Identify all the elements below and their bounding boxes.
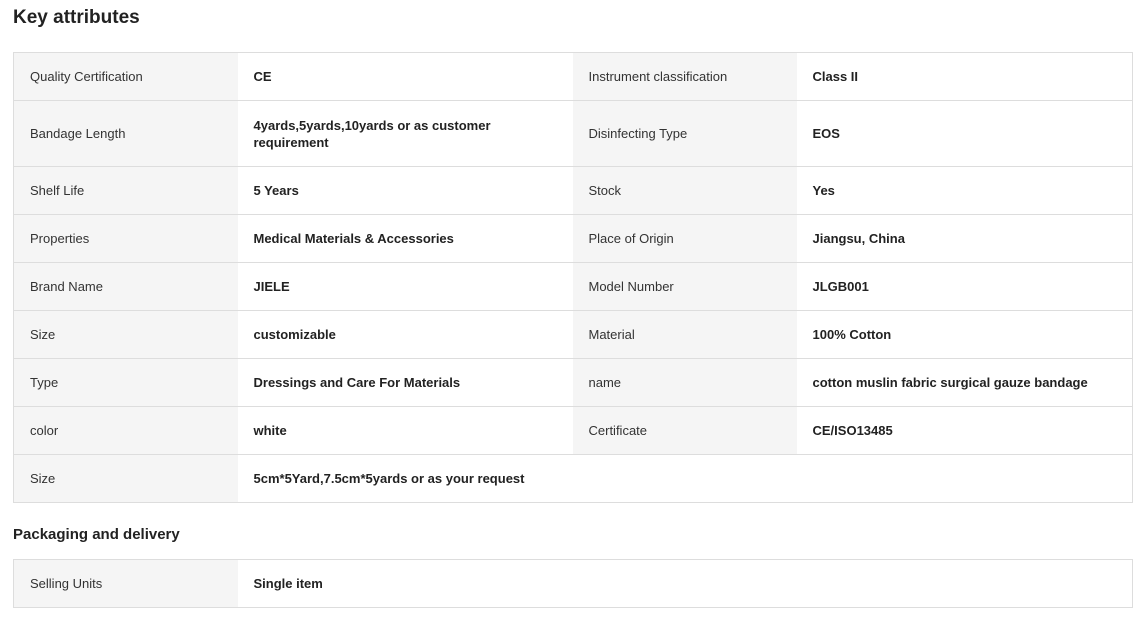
table-row: Bandage Length 4yards,5yards,10yards or … <box>13 100 1133 167</box>
attribute-value: CE <box>237 52 573 101</box>
table-row: color white Certificate CE/ISO13485 <box>13 406 1133 455</box>
attribute-label: Material <box>572 310 797 359</box>
key-attributes-table: Quality Certification CE Instrument clas… <box>13 52 1133 503</box>
attribute-label: Quality Certification <box>13 52 238 101</box>
key-attributes-heading: Key attributes <box>13 7 140 28</box>
attribute-value: 100% Cotton <box>796 310 1133 359</box>
attribute-value: 4yards,5yards,10yards or as customer req… <box>237 100 573 167</box>
attribute-label: Size <box>13 454 238 503</box>
attribute-value: cotton muslin fabric surgical gauze band… <box>796 358 1133 407</box>
attribute-value: JLGB001 <box>796 262 1133 311</box>
attribute-label: Type <box>13 358 238 407</box>
attribute-label: Bandage Length <box>13 100 238 167</box>
table-row: Quality Certification CE Instrument clas… <box>13 52 1133 101</box>
attribute-label: Place of Origin <box>572 214 797 263</box>
attribute-label: Disinfecting Type <box>572 100 797 167</box>
attribute-value: Class II <box>796 52 1133 101</box>
attribute-value: EOS <box>796 100 1133 167</box>
table-row: Properties Medical Materials & Accessori… <box>13 214 1133 263</box>
attribute-value: customizable <box>237 310 573 359</box>
attribute-label: Model Number <box>572 262 797 311</box>
attribute-label: Instrument classification <box>572 52 797 101</box>
attribute-label: name <box>572 358 797 407</box>
product-attributes-panel: Key attributes Quality Certification CE … <box>0 0 1143 623</box>
table-row: Selling Units Single item <box>13 559 1133 608</box>
attribute-label: Brand Name <box>13 262 238 311</box>
table-row: Brand Name JIELE Model Number JLGB001 <box>13 262 1133 311</box>
attribute-value: 5cm*5Yard,7.5cm*5yards or as your reques… <box>237 454 1133 503</box>
attribute-value: white <box>237 406 573 455</box>
attribute-label: color <box>13 406 238 455</box>
table-row: Shelf Life 5 Years Stock Yes <box>13 166 1133 215</box>
attribute-value: JIELE <box>237 262 573 311</box>
packaging-heading: Packaging and delivery <box>13 526 180 543</box>
attribute-label: Certificate <box>572 406 797 455</box>
table-row: Size 5cm*5Yard,7.5cm*5yards or as your r… <box>13 454 1133 503</box>
attribute-value: Jiangsu, China <box>796 214 1133 263</box>
table-row: Type Dressings and Care For Materials na… <box>13 358 1133 407</box>
attribute-value: Dressings and Care For Materials <box>237 358 573 407</box>
attribute-value: Yes <box>796 166 1133 215</box>
attribute-value: CE/ISO13485 <box>796 406 1133 455</box>
attribute-value: 5 Years <box>237 166 573 215</box>
table-row: Size customizable Material 100% Cotton <box>13 310 1133 359</box>
packaging-table: Selling Units Single item <box>13 559 1133 608</box>
attribute-value: Medical Materials & Accessories <box>237 214 573 263</box>
attribute-label: Stock <box>572 166 797 215</box>
attribute-label: Size <box>13 310 238 359</box>
attribute-label: Properties <box>13 214 238 263</box>
attribute-value: Single item <box>237 559 1133 608</box>
attribute-label: Shelf Life <box>13 166 238 215</box>
attribute-label: Selling Units <box>13 559 238 608</box>
